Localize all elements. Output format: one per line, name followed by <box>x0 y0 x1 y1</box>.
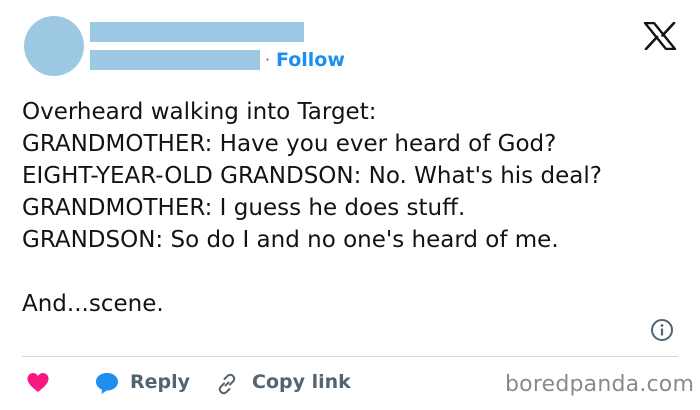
watermark: boredpanda.com <box>505 372 695 397</box>
heart-icon[interactable] <box>26 371 50 395</box>
separator-dot: · <box>265 50 271 69</box>
info-icon[interactable] <box>650 318 674 342</box>
copy-link-button[interactable]: Copy link <box>252 371 351 393</box>
divider <box>22 356 678 357</box>
tweet-text: Overheard walking into Target: GRANDMOTH… <box>22 96 682 320</box>
tweet-closing-line: And...scene. <box>22 291 164 317</box>
reply-bubble-icon[interactable] <box>94 371 120 395</box>
link-icon[interactable] <box>215 372 239 396</box>
tweet-line: GRANDMOTHER: I guess he does stuff. <box>22 195 466 221</box>
avatar[interactable] <box>24 16 84 76</box>
redacted-handle[interactable] <box>90 50 260 70</box>
redacted-display-name[interactable] <box>90 22 304 42</box>
tweet-line: Overheard walking into Target: <box>22 99 377 125</box>
follow-button[interactable]: Follow <box>276 49 345 71</box>
reply-button[interactable]: Reply <box>130 371 190 393</box>
tweet-line: EIGHT-YEAR-OLD GRANDSON: No. What's his … <box>22 163 602 189</box>
tweet-line: GRANDSON: So do I and no one's heard of … <box>22 227 559 253</box>
x-logo-icon[interactable] <box>643 22 677 50</box>
tweet-line: GRANDMOTHER: Have you ever heard of God? <box>22 131 557 157</box>
